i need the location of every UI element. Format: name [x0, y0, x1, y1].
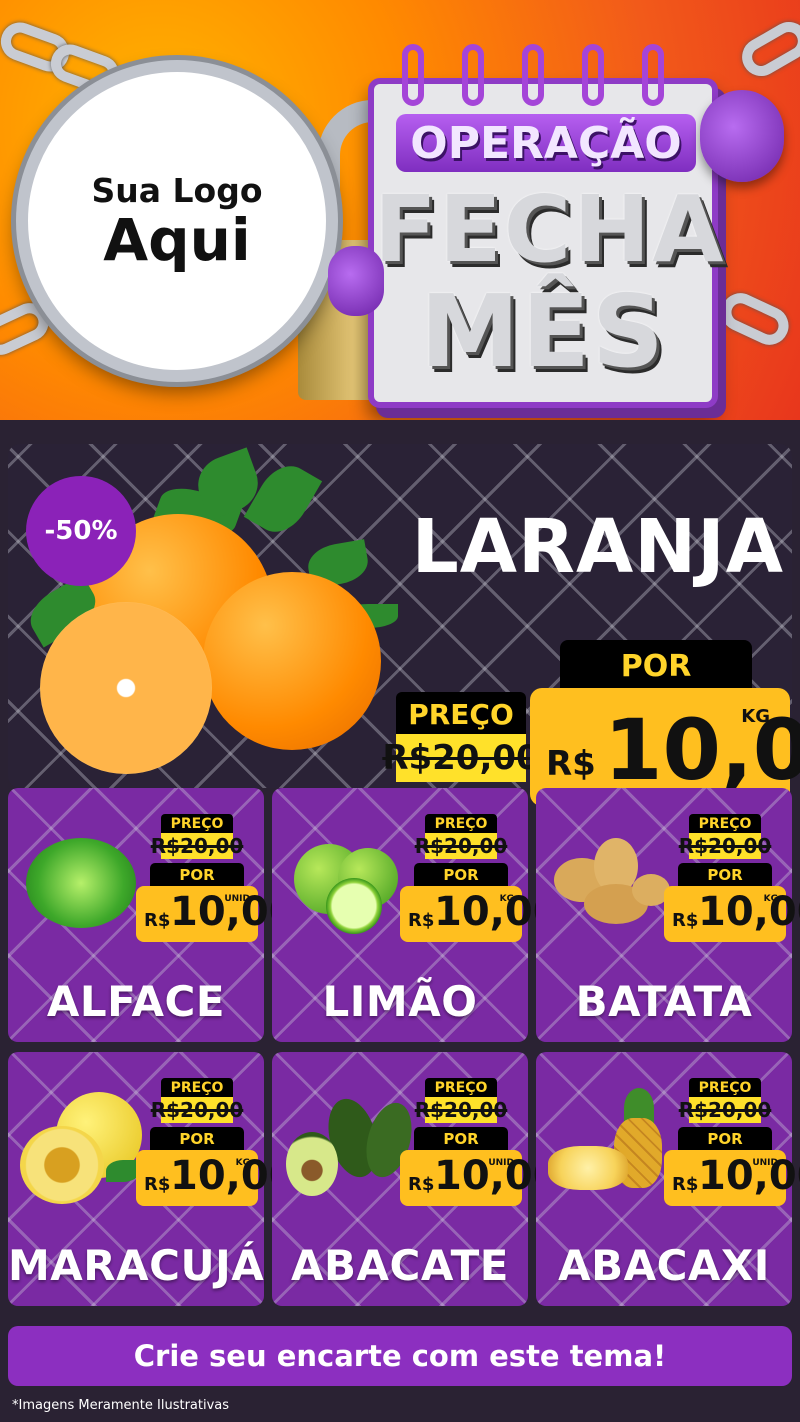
currency-symbol: R$ — [144, 910, 171, 931]
price-unit: KG — [235, 1158, 250, 1168]
new-price-label: POR — [414, 863, 508, 887]
new-price-label: POR — [414, 1127, 508, 1151]
new-price-value: 10,00 — [604, 701, 800, 799]
old-price: R$20,00 — [150, 1097, 244, 1123]
product-name: MARACUJÁ — [8, 1241, 265, 1290]
new-price-box: R$ 10,00 KG — [664, 886, 800, 942]
new-price-box: R$ 10,00 UNID — [664, 1150, 800, 1206]
create-flyer-button[interactable]: Crie seu encarte com este tema! — [8, 1326, 792, 1386]
price-unit: KG — [741, 706, 770, 727]
new-price-box: R$ 10,00 UNID — [400, 1150, 561, 1206]
new-price-label: POR — [560, 640, 752, 692]
new-price-label: POR — [150, 863, 244, 887]
pineapple-image — [544, 1082, 674, 1202]
currency-symbol: R$ — [408, 910, 435, 931]
discount-badge: -50% — [26, 476, 136, 586]
price-unit: KG — [763, 894, 778, 904]
lime-image — [280, 818, 410, 938]
currency-symbol: R$ — [546, 744, 596, 784]
product-card: PREÇO R$20,00 POR R$ 10,00 KG MARACUJÁ — [8, 1052, 297, 1306]
new-price-box: R$ 10,00 KG — [136, 1150, 297, 1206]
new-price-label: POR — [678, 1127, 772, 1151]
campaign-title-top: OPERAÇÃO — [396, 114, 696, 172]
calendar-ring — [582, 44, 604, 106]
price-unit: UNID — [488, 1158, 514, 1168]
chain-decoration — [735, 15, 800, 83]
old-price-label: PREÇO — [425, 1078, 497, 1098]
campaign-calendar: OPERAÇÃO FECHA MÊS — [368, 44, 726, 408]
new-price-box: R$ 10,00 KG — [400, 886, 561, 942]
product-name: BATATA — [575, 977, 753, 1026]
new-price-box: R$ 10,00 UNID — [136, 886, 297, 942]
old-price-label: PREÇO — [161, 814, 233, 834]
passion-fruit-image — [16, 1082, 146, 1204]
product-card: PREÇO R$20,00 POR R$ 10,00 KG BATATA — [536, 788, 800, 1042]
potato-image — [544, 818, 674, 938]
old-price: R$20,00 — [678, 1097, 772, 1123]
old-price-label: PREÇO — [425, 814, 497, 834]
offers-section: -50% LARANJA PREÇO R$20,00 POR R$ 10,00 … — [0, 420, 800, 1422]
price-unit: KG — [499, 894, 514, 904]
old-price-label: PREÇO — [689, 1078, 761, 1098]
lettuce-image — [16, 818, 146, 938]
product-card: PREÇO R$20,00 POR R$ 10,00 UNID ALFACE — [8, 788, 297, 1042]
new-price-value: 10,00 — [698, 889, 800, 935]
purple-lock-icon — [700, 90, 784, 182]
product-name: ALFACE — [46, 977, 226, 1026]
calendar-ring — [402, 44, 424, 106]
product-card: PREÇO R$20,00 POR R$ 10,00 UNID ABACATE — [272, 1052, 561, 1306]
campaign-title-mid: FECHA — [374, 176, 726, 283]
purple-lock-icon — [328, 246, 384, 316]
old-price-label: PREÇO — [689, 814, 761, 834]
disclaimer-text: *Imagens Meramente Ilustrativas — [12, 1398, 230, 1413]
old-price: R$20,00 — [678, 833, 772, 859]
calendar-ring — [462, 44, 484, 106]
calendar-ring — [642, 44, 664, 106]
old-price: R$20,00 — [150, 833, 244, 859]
currency-symbol: R$ — [408, 1174, 435, 1195]
price-unit: UNID — [752, 1158, 778, 1168]
featured-product-name: LARANJA — [411, 504, 784, 590]
old-price: R$20,00 — [414, 833, 508, 859]
old-price: R$20,00 — [382, 734, 540, 782]
campaign-title-bottom: MÊS — [420, 273, 666, 390]
logo-text-line2: Aqui — [103, 206, 251, 275]
product-card: PREÇO R$20,00 POR R$ 10,00 UNID ABACAXI — [536, 1052, 800, 1306]
new-price-label: POR — [678, 863, 772, 887]
new-price-label: POR — [150, 1127, 244, 1151]
new-price-value: 10,00 — [698, 1153, 800, 1199]
logo-placeholder: Sua Logo Aqui — [16, 60, 338, 382]
product-name: LIMÃO — [322, 977, 478, 1026]
old-price: R$20,00 — [414, 1097, 508, 1123]
logo-text-line1: Sua Logo — [91, 171, 263, 211]
price-unit: UNID — [224, 894, 250, 904]
chain-decoration — [715, 286, 795, 352]
old-price-label: PREÇO — [161, 1078, 233, 1098]
currency-symbol: R$ — [672, 1174, 699, 1195]
avocado-image — [280, 1082, 420, 1202]
currency-symbol: R$ — [144, 1174, 171, 1195]
product-name: ABACAXI — [558, 1241, 770, 1290]
product-card: PREÇO R$20,00 POR R$ 10,00 KG LIMÃO — [272, 788, 561, 1042]
featured-offer: -50% LARANJA PREÇO R$20,00 POR R$ 10,00 … — [8, 444, 800, 806]
product-name: ABACATE — [291, 1241, 509, 1290]
calendar-ring — [522, 44, 544, 106]
currency-symbol: R$ — [672, 910, 699, 931]
header-banner: Sua Logo Aqui OPERAÇÃO FECHA MÊS — [0, 0, 800, 420]
old-price-label: PREÇO — [396, 692, 526, 736]
